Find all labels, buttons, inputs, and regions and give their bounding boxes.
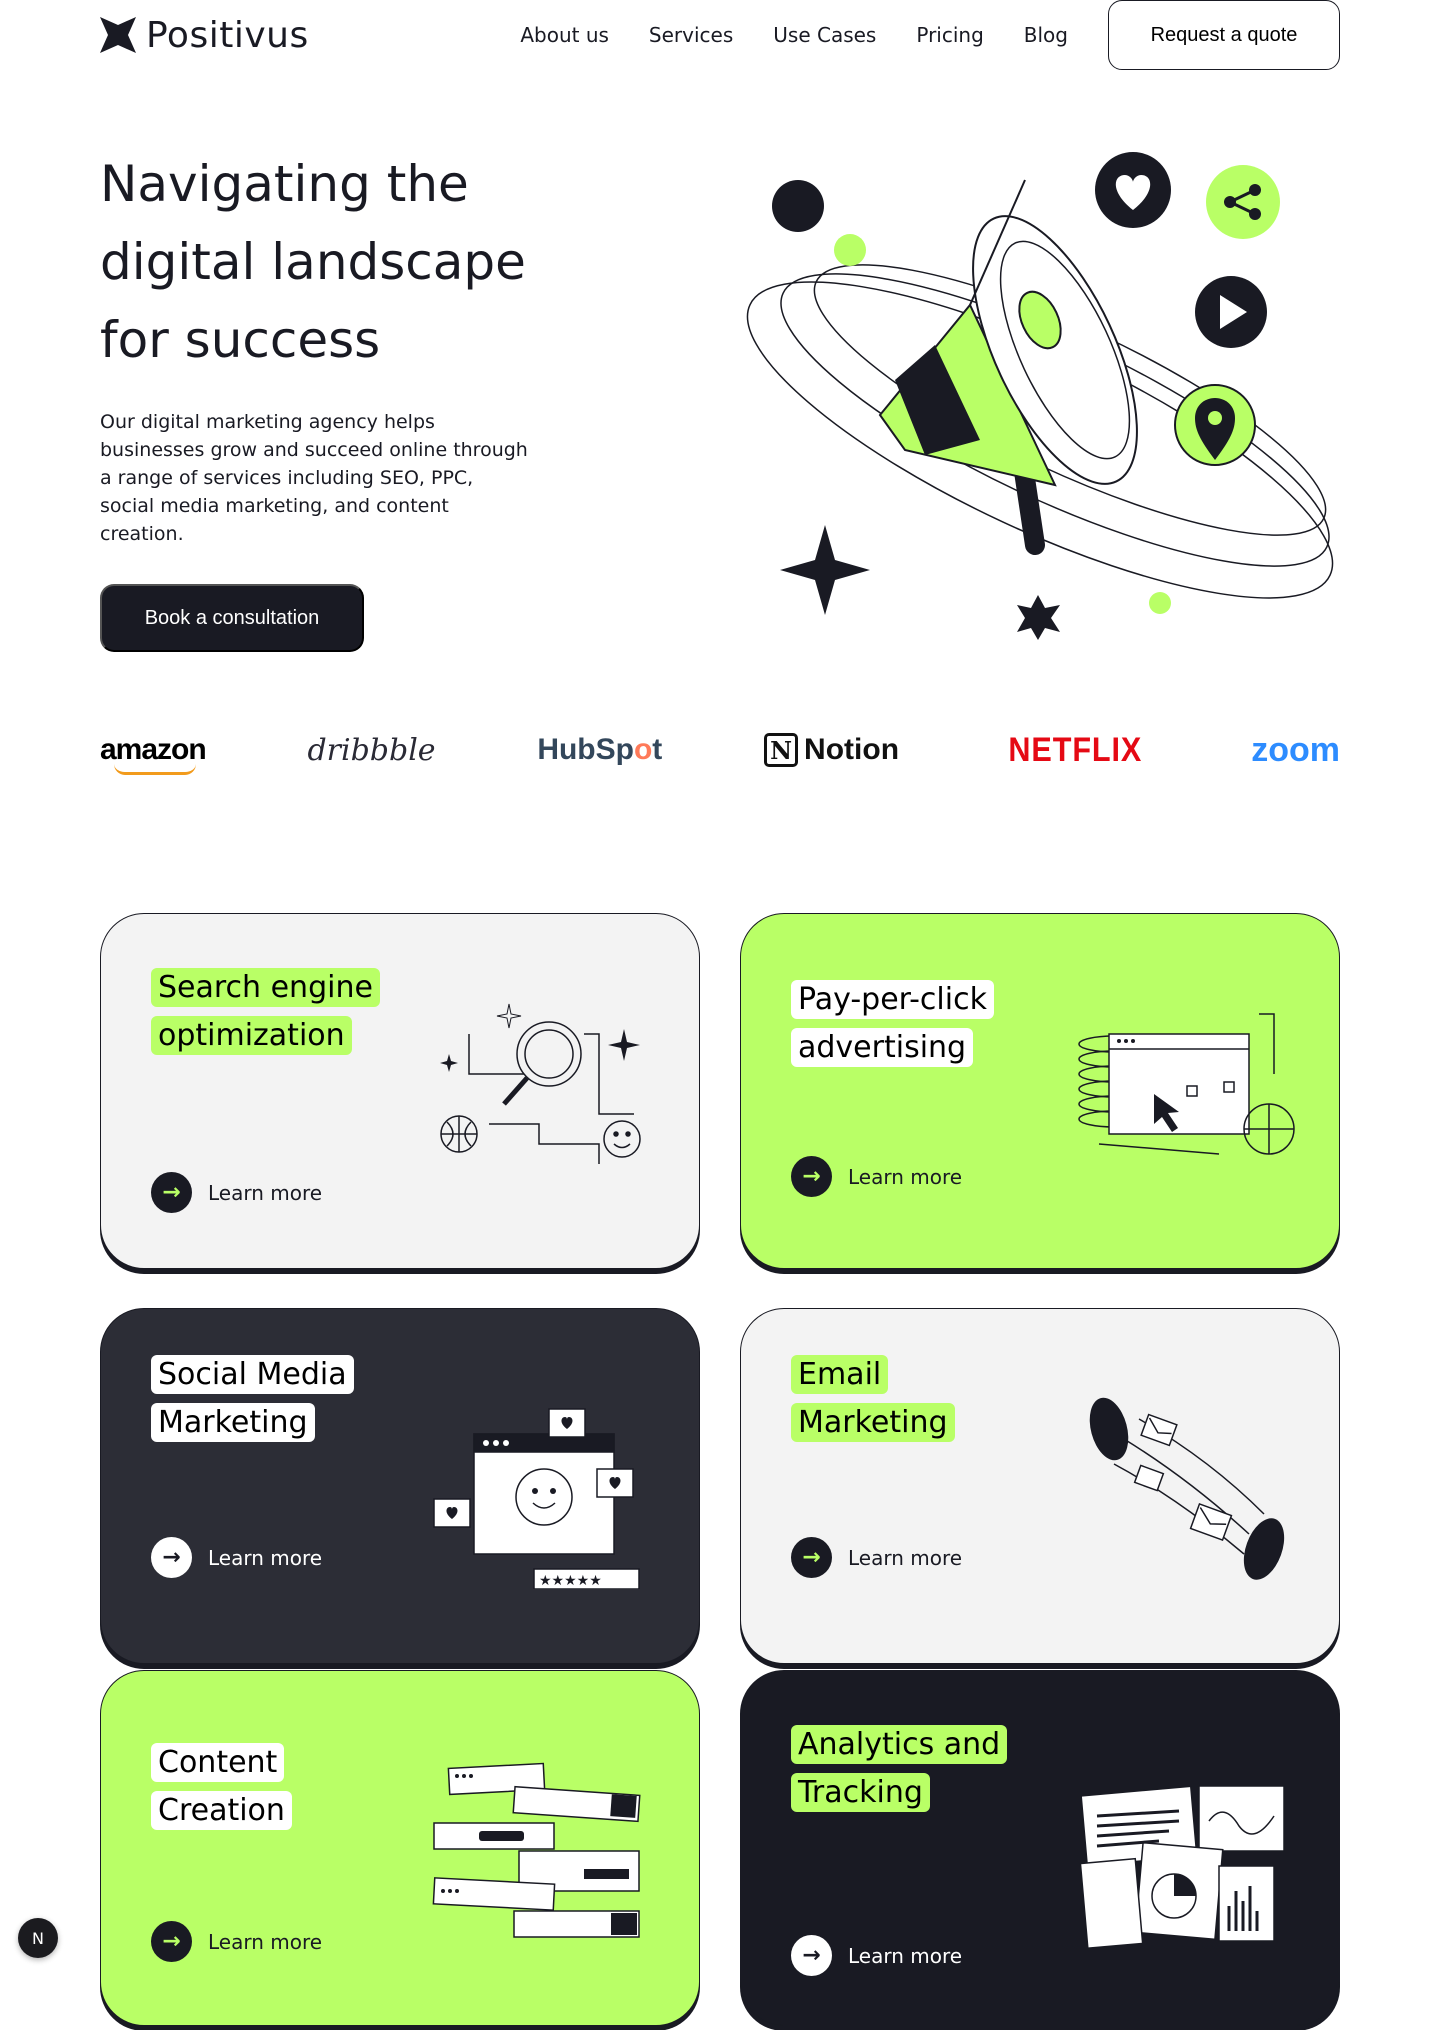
arrow-right-icon: →	[151, 1537, 192, 1578]
arrow-right-icon: →	[151, 1921, 192, 1962]
email-illustration	[1089, 1397, 1285, 1580]
notion-mark-icon: N	[764, 733, 799, 767]
hero-title: Navigating the digital landscape for suc…	[100, 155, 526, 369]
service-card-seo: Search engine optimization → Learn more	[100, 913, 700, 1269]
arrow-right-icon: →	[791, 1935, 832, 1976]
positivus-logo[interactable]: Positivus	[100, 15, 309, 56]
learn-more-link[interactable]: → Learn more	[791, 1156, 962, 1197]
client-logos: amazon dribbble HubSpot N Notion NETFLIX …	[100, 720, 1340, 780]
nav-link-use-cases[interactable]: Use Cases	[773, 23, 876, 47]
hero-description: Our digital marketing agency helps busin…	[100, 411, 528, 545]
logo-amazon: amazon	[100, 733, 207, 775]
heart-icon	[1095, 152, 1171, 228]
learn-more-link[interactable]: → Learn more	[151, 1172, 322, 1213]
card-title: Email Marketing	[791, 1351, 1021, 1447]
arrow-right-icon: →	[791, 1537, 832, 1578]
card-title: Search engine optimization	[151, 964, 381, 1060]
seo-illustration	[440, 1003, 641, 1164]
logo-dribbble: dribbble	[307, 732, 436, 768]
nav-link-about[interactable]: About us	[520, 23, 609, 47]
location-pin-icon	[1174, 384, 1256, 466]
social-media-illustration: ★★★★★	[433, 1408, 640, 1589]
logo-zoom: zoom	[1251, 730, 1340, 769]
nextjs-dev-badge[interactable]: N	[18, 1918, 58, 1958]
learn-more-link[interactable]: → Learn more	[151, 1921, 322, 1962]
nav-links: About us Services Use Cases Pricing Blog	[520, 23, 1068, 47]
service-card-social-media: Social Media Marketing ★★★★★ → Learn mor…	[100, 1308, 700, 1664]
analytics-illustration	[1079, 1785, 1285, 1950]
play-icon	[1195, 276, 1267, 348]
content-creation-illustration	[432, 1762, 641, 1938]
ppc-illustration	[1078, 1013, 1295, 1155]
megaphone-icon	[878, 179, 1138, 555]
request-quote-button[interactable]: Request a quote	[1108, 0, 1340, 70]
card-title: Analytics and Tracking	[791, 1721, 1021, 1817]
arrow-right-icon: →	[791, 1156, 832, 1197]
logo-hubspot: HubSpot	[537, 733, 663, 766]
logo-netflix: NETFLIX	[1008, 730, 1143, 769]
nav-link-services[interactable]: Services	[649, 23, 733, 47]
book-consultation-button[interactable]: Book a consultation	[100, 584, 364, 652]
nav-link-blog[interactable]: Blog	[1024, 23, 1068, 47]
share-icon	[1206, 165, 1280, 239]
learn-more-link[interactable]: → Learn more	[151, 1537, 322, 1578]
svg-text:★★★★★: ★★★★★	[539, 1573, 602, 1589]
logo-text: Positivus	[146, 14, 309, 56]
nav-link-pricing[interactable]: Pricing	[916, 23, 983, 47]
logo-star-icon	[100, 17, 136, 53]
logo-notion: N Notion	[764, 733, 899, 767]
learn-more-link[interactable]: → Learn more	[791, 1935, 962, 1976]
service-card-email-marketing: Email Marketing → Learn more	[740, 1308, 1340, 1664]
learn-more-link[interactable]: → Learn more	[791, 1537, 962, 1578]
top-navigation: Positivus About us Services Use Cases Pr…	[100, 0, 1340, 70]
service-card-analytics: Analytics and Tracking → Learn more	[740, 1670, 1340, 2026]
service-card-content-creation: Content Creation → Learn more	[100, 1670, 700, 2026]
card-title: Content Creation	[151, 1739, 381, 1835]
service-card-ppc: Pay-per-click advertising → Learn more	[740, 913, 1340, 1269]
card-title: Pay-per-click advertising	[791, 976, 1021, 1072]
megaphone-illustration	[746, 152, 1334, 640]
card-title: Social Media Marketing	[151, 1351, 381, 1447]
arrow-right-icon: →	[151, 1172, 192, 1213]
